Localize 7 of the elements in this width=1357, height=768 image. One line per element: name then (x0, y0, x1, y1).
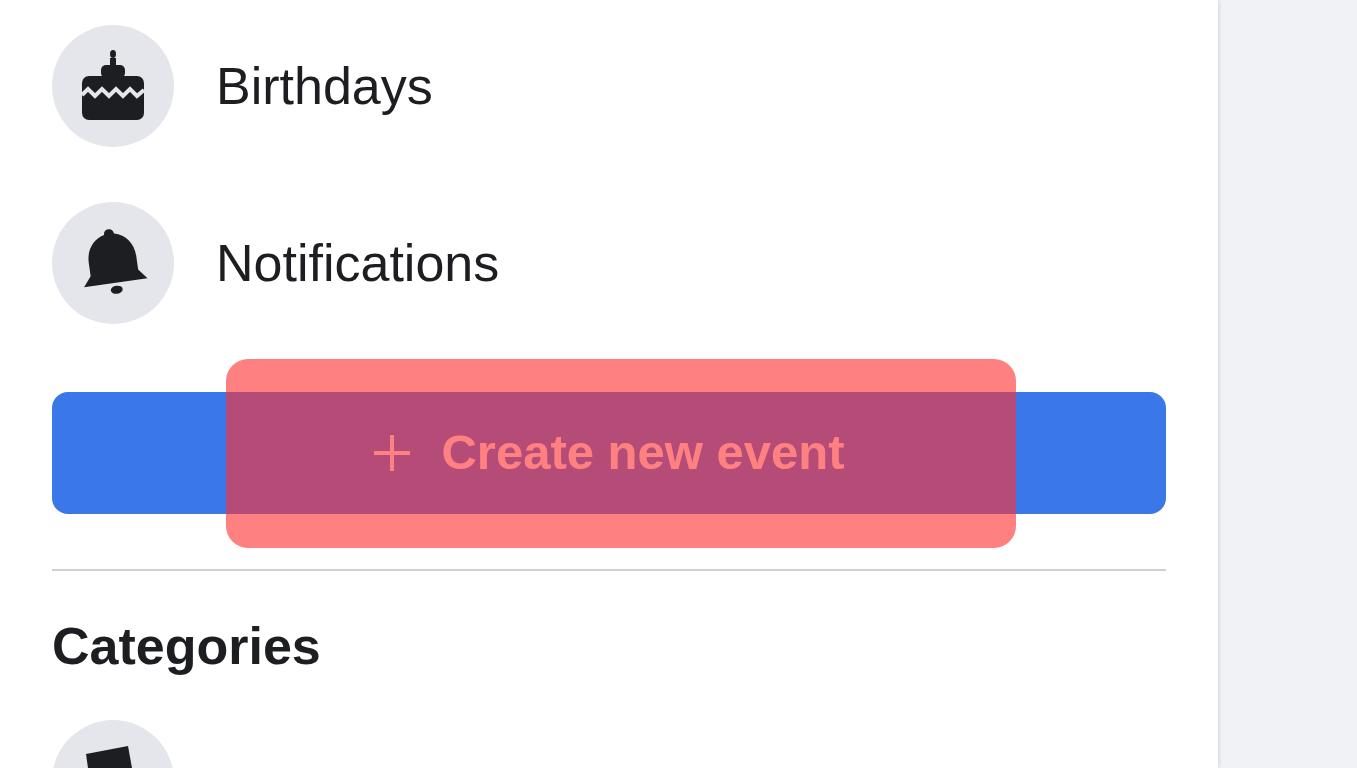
cake-icon (52, 25, 174, 147)
plus-icon (373, 434, 412, 472)
bell-icon (52, 202, 174, 324)
sidebar-item[interactable]: Notifications (52, 202, 500, 324)
sidebar-item[interactable]: Birthdays (52, 25, 433, 147)
category-icon (52, 720, 174, 768)
section-heading: Categories (52, 616, 321, 677)
